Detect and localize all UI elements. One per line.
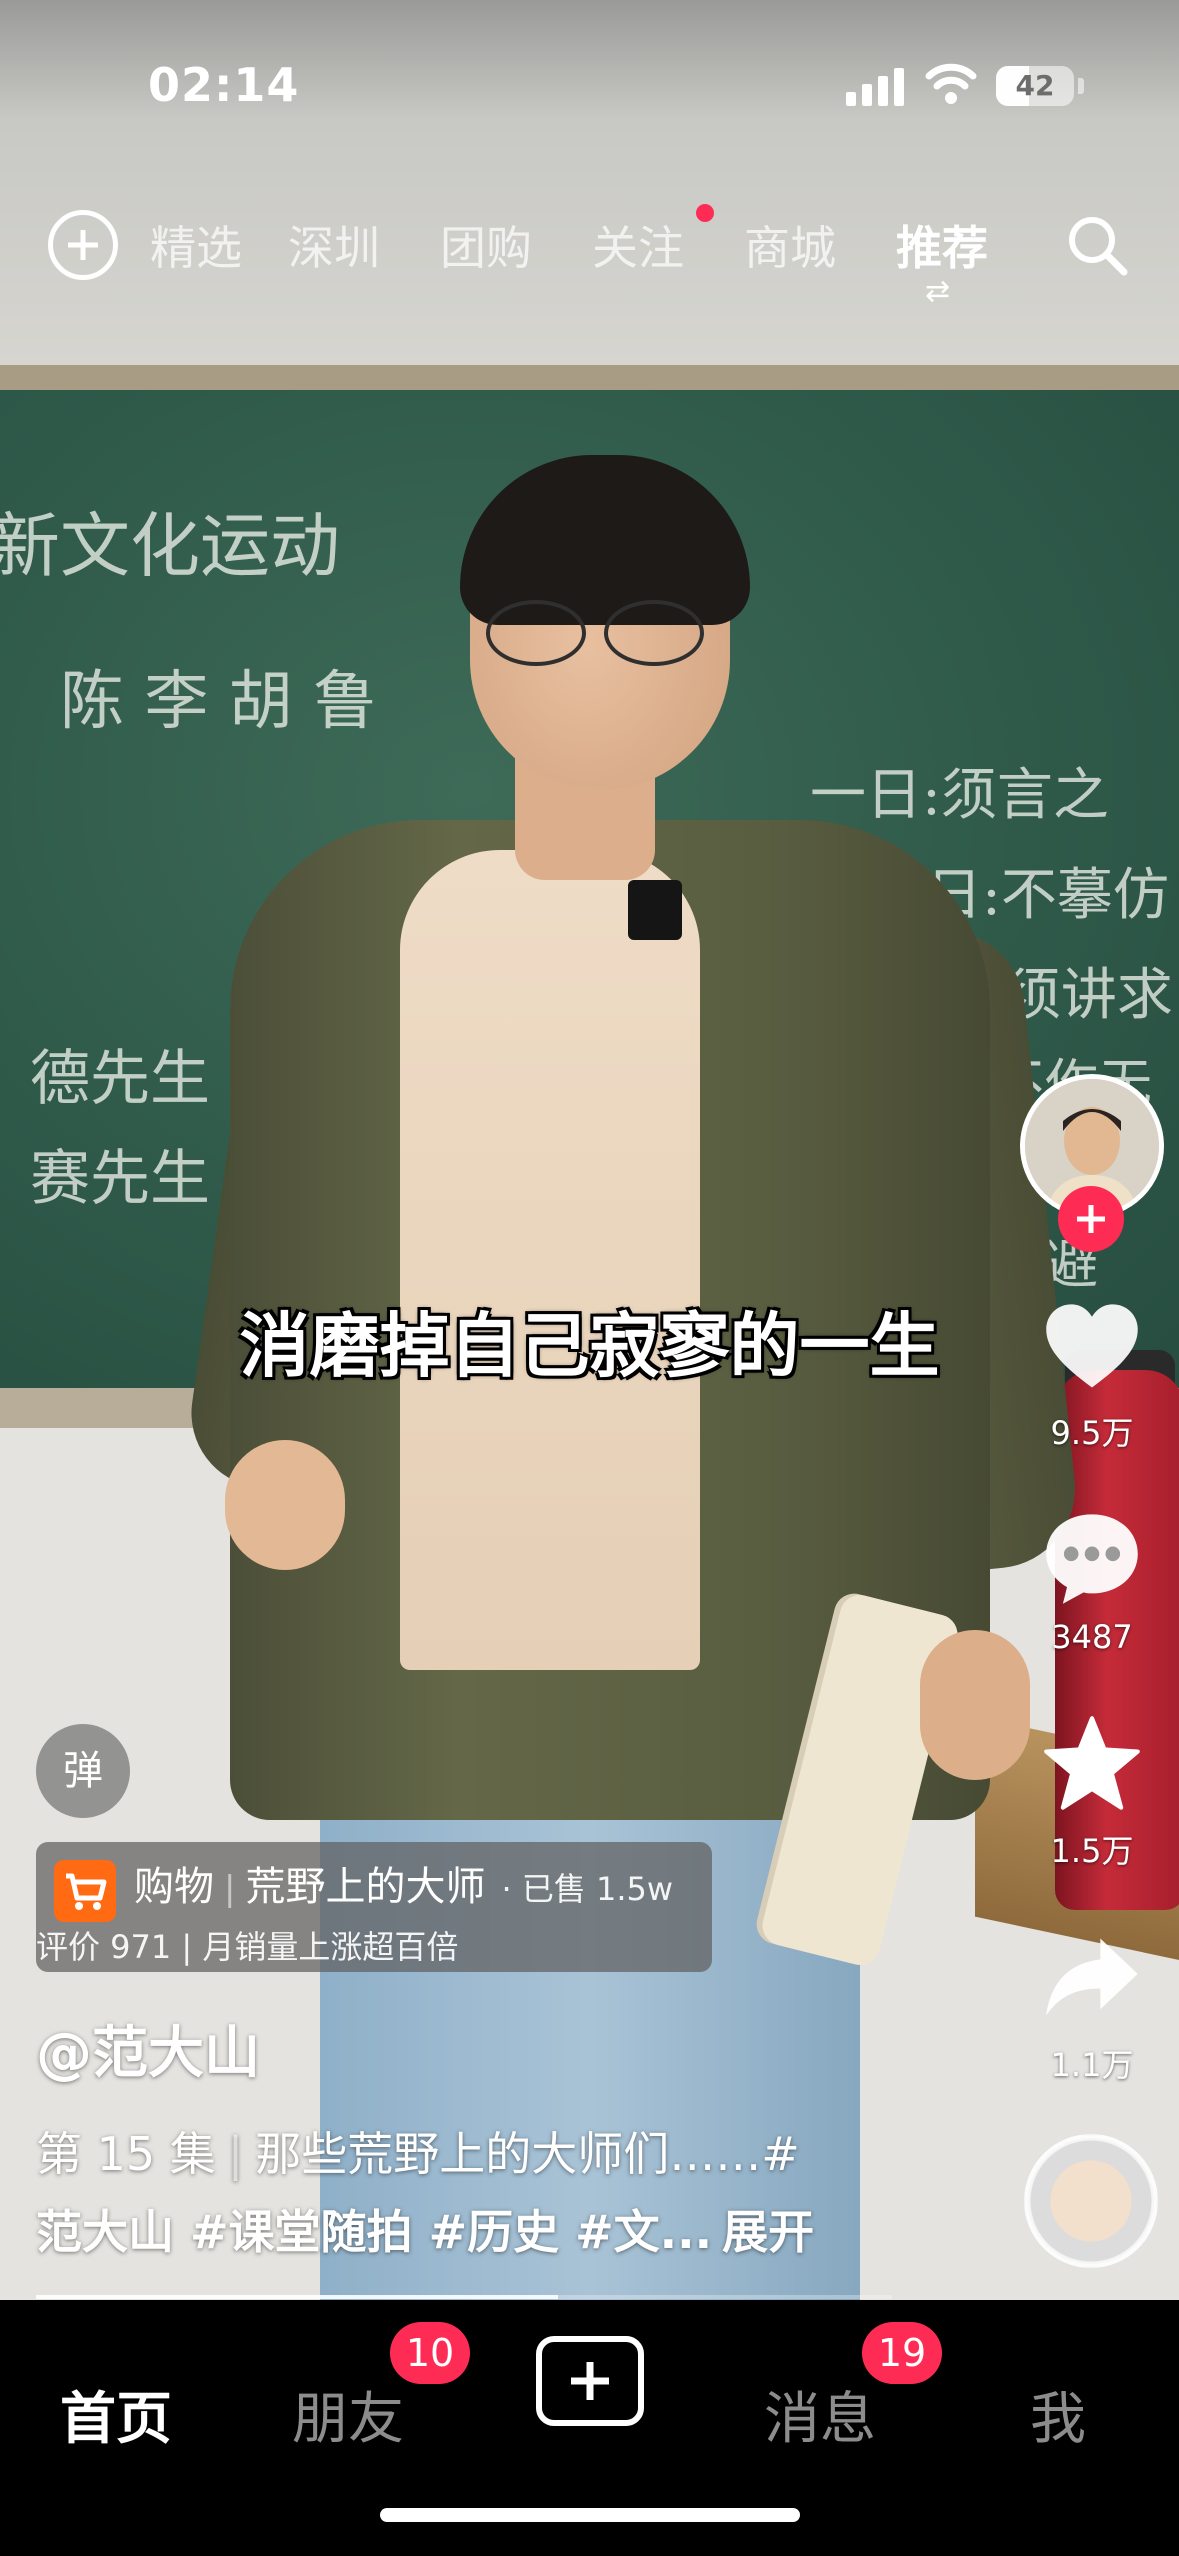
favorite-star-icon[interactable] [1040, 1712, 1144, 1816]
battery-icon: 42 [996, 66, 1074, 106]
teacher-tshirt [400, 850, 700, 1670]
divider: | [224, 1869, 236, 1909]
tab-mall[interactable]: 商城 [744, 212, 836, 278]
top-nav: 精选 深圳 团购 关注 商城 推荐 ⇄ [0, 190, 1179, 309]
search-icon[interactable] [1062, 210, 1132, 280]
tab-home[interactable]: 首页 [60, 2374, 172, 2455]
tab-shenzhen[interactable]: 深圳 [288, 212, 380, 278]
wifi-icon [925, 63, 977, 104]
teacher-glasses [480, 600, 720, 670]
video-subtitle: 消磨掉自己寂寥的一生 [239, 1305, 940, 1387]
favorite-count: 1.5万 [1050, 1832, 1134, 1870]
comment-icon[interactable] [1040, 1506, 1144, 1610]
music-disc-icon[interactable] [1024, 2134, 1158, 2268]
episode-label[interactable]: 第 15 集 [36, 2127, 216, 2181]
chalk-text: 新文化运动 [0, 505, 340, 587]
progress-fill [36, 2295, 559, 2299]
blackboard-frame [0, 365, 1179, 393]
tab-recommended[interactable]: 推荐 [896, 212, 988, 278]
notification-dot [696, 204, 714, 222]
friends-badge: 10 [390, 2322, 470, 2384]
tab-friends[interactable]: 朋友 [292, 2374, 404, 2455]
battery-tip [1078, 78, 1084, 94]
caption-line-2: 范大山 #课堂随拍 #历史 #文... 展开 [36, 2196, 814, 2262]
share-count: 1.1万 [1050, 2046, 1134, 2084]
caption-text: 那些荒野上的大师们……# [255, 2127, 800, 2181]
comment-count: 3487 [1051, 1618, 1133, 1656]
caption-hashtags[interactable]: 范大山 #课堂随拍 #历史 #文... [36, 2205, 712, 2259]
shop-tag: 购物 [134, 1864, 214, 1910]
battery-level: 42 [1015, 69, 1055, 102]
tab-following[interactable]: 关注 [592, 212, 684, 278]
status-time: 02:14 [148, 58, 300, 112]
shop-subtitle: 评价 971 | 月销量上涨超百倍 [36, 1928, 459, 1966]
video-progress-bar[interactable] [36, 2295, 892, 2299]
sold-count: · 已售 1.5w [501, 1870, 674, 1908]
tab-me[interactable]: 我 [1030, 2374, 1086, 2455]
add-icon[interactable] [48, 210, 118, 280]
swap-icon: ⇄ [925, 274, 951, 309]
divider: | [227, 2127, 244, 2181]
cellular-signal-icon [846, 66, 906, 106]
chalk-text: 陈 李 胡 鲁 [60, 665, 378, 739]
author-name[interactable]: @范大山 [36, 2008, 260, 2089]
shopping-cart-icon [54, 1860, 116, 1922]
product-title: 荒野上的大师 [245, 1864, 486, 1910]
home-indicator [380, 2508, 800, 2522]
tab-group-buy[interactable]: 团购 [440, 212, 532, 278]
tab-featured[interactable]: 精选 [150, 212, 242, 278]
expand-button[interactable]: 展开 [722, 2205, 814, 2259]
tab-messages[interactable]: 消息 [764, 2374, 876, 2455]
shopping-card[interactable]: 购物 | 荒野上的大师 · 已售 1.5w 评价 971 | 月销量上涨超百倍 [36, 1842, 712, 1972]
danmu-button[interactable]: 弹 [36, 1724, 130, 1818]
create-post-button[interactable] [536, 2336, 644, 2426]
chalk-text: 一日:须言之 [810, 763, 1109, 828]
lapel-microphone [628, 880, 682, 940]
status-bar: 02:14 42 [0, 0, 1179, 150]
teacher-hand [225, 1440, 345, 1570]
share-arrow-icon[interactable] [1040, 1924, 1144, 2028]
like-heart-icon[interactable] [1040, 1296, 1144, 1400]
follow-button[interactable] [1058, 1186, 1124, 1252]
messages-badge: 19 [862, 2322, 942, 2384]
like-count: 9.5万 [1050, 1414, 1134, 1452]
shop-title-row: 购物 | 荒野上的大师 · 已售 1.5w [134, 1854, 673, 1912]
caption-line-1: 第 15 集 | 那些荒野上的大师们……# [36, 2118, 800, 2184]
